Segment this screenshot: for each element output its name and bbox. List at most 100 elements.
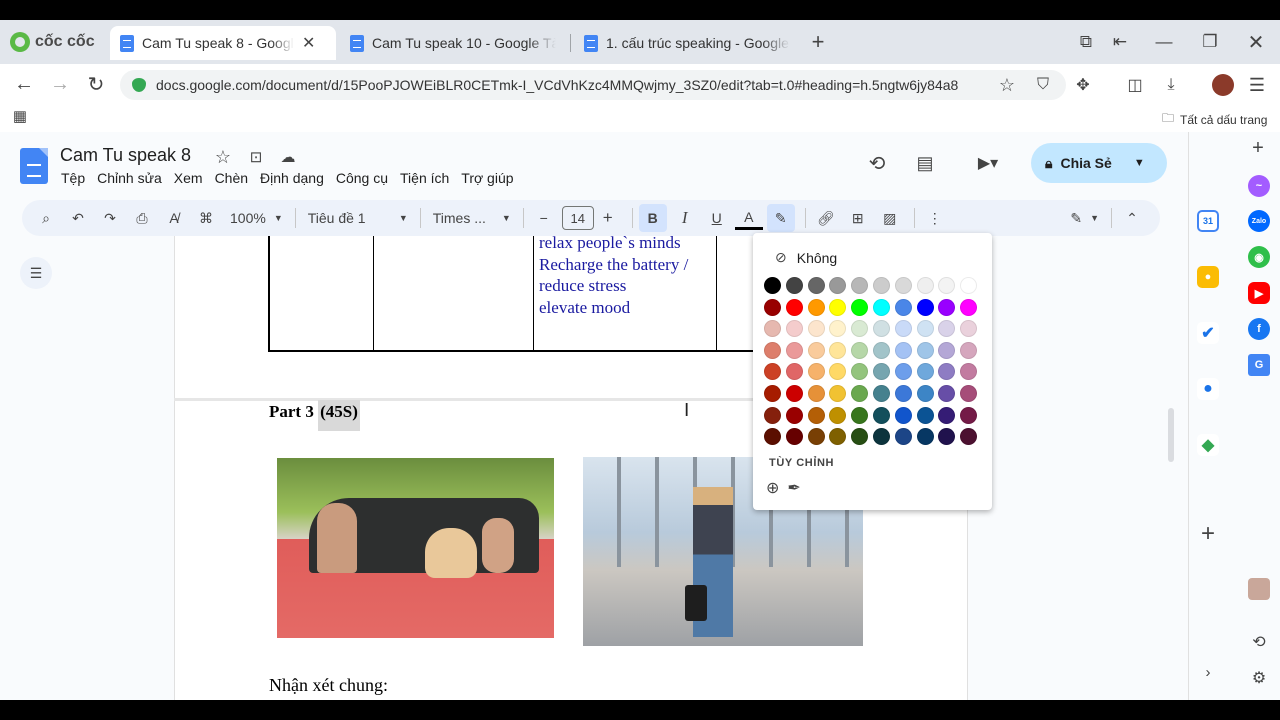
menu-help[interactable]: Trợ giúp <box>461 170 513 186</box>
sidebar-toggle-icon[interactable]: ⇤ <box>1108 30 1132 54</box>
color-swatch[interactable] <box>807 384 825 402</box>
text-color-button[interactable]: A <box>734 206 763 230</box>
document-scrollbar[interactable] <box>1168 408 1174 462</box>
menu-file[interactable]: Tệp <box>61 170 85 186</box>
italic-button[interactable]: I <box>671 204 699 232</box>
color-swatch[interactable] <box>829 298 847 316</box>
color-swatch[interactable] <box>807 406 825 424</box>
zalo-icon[interactable]: Zalo <box>1248 210 1270 232</box>
document-title[interactable]: Cam Tu speak 8 <box>60 145 191 166</box>
color-swatch[interactable] <box>807 363 825 381</box>
color-swatch[interactable] <box>764 428 781 446</box>
bold-button[interactable]: B <box>638 204 667 232</box>
insert-image-icon[interactable]: ▨ <box>876 204 904 232</box>
add-custom-color-icon[interactable]: ⊕ <box>766 478 779 498</box>
color-swatch[interactable] <box>872 341 890 359</box>
facebook-icon[interactable]: f <box>1248 318 1270 340</box>
color-swatch[interactable] <box>785 384 803 402</box>
part3-heading[interactable]: Part 3 (45S) <box>269 400 360 431</box>
color-swatch[interactable] <box>785 298 803 316</box>
color-swatch[interactable] <box>851 363 869 381</box>
calendar-icon[interactable]: 31 <box>1197 210 1219 232</box>
color-swatch[interactable] <box>894 384 912 402</box>
restore-icon[interactable]: ❐ <box>1198 30 1222 54</box>
color-swatch[interactable] <box>829 341 847 359</box>
bookmark-star-icon[interactable]: ☆ <box>996 74 1018 96</box>
color-swatch[interactable] <box>938 406 956 424</box>
collapse-panel-icon[interactable]: › <box>1198 662 1218 682</box>
add-comment-icon[interactable]: ⊞ <box>844 204 872 232</box>
maps-icon[interactable]: ◆ <box>1197 434 1219 456</box>
color-swatch[interactable] <box>807 298 825 316</box>
color-swatch[interactable] <box>764 320 781 338</box>
color-swatch[interactable] <box>829 363 847 381</box>
contacts-icon[interactable]: ● <box>1197 378 1219 400</box>
adblock-shield-icon[interactable]: ⛉ <box>1032 74 1054 96</box>
color-swatch[interactable] <box>894 406 912 424</box>
translate-icon[interactable]: G <box>1248 354 1270 376</box>
family-car-photo[interactable] <box>277 458 554 638</box>
address-bar[interactable]: docs.google.com/document/d/15PooPJOWEiBL… <box>120 70 1066 100</box>
tab-cam-tu-speak-8[interactable]: Cam Tu speak 8 - Google Tài liệu ✕ <box>110 26 336 60</box>
no-highlight-option[interactable]: ⊘ Không <box>775 249 837 266</box>
split-view-icon[interactable]: ◫ <box>1124 74 1146 96</box>
undo-icon[interactable]: ↶ <box>64 204 92 232</box>
sidebar-add-icon[interactable]: + <box>1247 137 1269 159</box>
new-tab-button[interactable]: + <box>806 29 830 54</box>
insert-link-icon[interactable]: 🔗︎ <box>812 204 840 232</box>
menu-extensions[interactable]: Tiện ích <box>400 170 449 186</box>
color-swatch[interactable] <box>785 363 803 381</box>
color-swatch[interactable] <box>938 341 956 359</box>
color-swatch[interactable] <box>829 277 847 294</box>
color-swatch[interactable] <box>872 298 890 316</box>
color-swatch[interactable] <box>916 384 934 402</box>
color-swatch[interactable] <box>916 298 934 316</box>
tab-cam-tu-speak-10[interactable]: Cam Tu speak 10 - Google Tài liệu <box>340 26 566 60</box>
color-swatch[interactable] <box>872 320 890 338</box>
game-icon[interactable]: ◉ <box>1248 246 1270 268</box>
print-icon[interactable]: ⎙ <box>128 204 156 232</box>
color-swatch[interactable] <box>916 341 934 359</box>
color-swatch[interactable] <box>938 298 956 316</box>
color-swatch[interactable] <box>960 428 978 446</box>
comments-icon[interactable]: ▤ <box>912 150 938 176</box>
close-window-icon[interactable]: ✕ <box>1244 30 1268 54</box>
menu-view[interactable]: Xem <box>174 170 203 186</box>
color-swatch[interactable] <box>960 298 978 316</box>
highlight-color-button[interactable]: ✎ <box>766 204 795 232</box>
all-bookmarks[interactable]: 🗀 Tất cả dấu trang <box>1162 109 1267 130</box>
close-tab-icon[interactable]: ✕ <box>302 33 315 53</box>
color-swatch[interactable] <box>807 341 825 359</box>
color-swatch[interactable] <box>938 320 956 338</box>
reload-icon[interactable]: ↻ <box>84 72 108 96</box>
move-folder-icon[interactable]: ⊡ <box>245 146 267 168</box>
color-swatch[interactable] <box>872 384 890 402</box>
add-addon-icon[interactable]: + <box>1196 520 1220 547</box>
underline-button[interactable]: U <box>703 204 731 232</box>
color-swatch[interactable] <box>785 341 803 359</box>
menu-insert[interactable]: Chèn <box>215 170 248 186</box>
color-swatch[interactable] <box>894 341 912 359</box>
color-swatch[interactable] <box>851 406 869 424</box>
color-swatch[interactable] <box>851 384 869 402</box>
browser-menu-icon[interactable]: ☰ <box>1246 74 1268 96</box>
minimize-icon[interactable]: — <box>1152 30 1176 54</box>
zoom-dropdown[interactable]: 100% ▼ <box>224 210 289 226</box>
tab-cau-truc-speaking[interactable]: 1. cấu trúc speaking - Google Tài liệu <box>574 26 800 60</box>
keep-icon[interactable]: ● <box>1197 266 1219 288</box>
menu-tools[interactable]: Công cụ <box>336 170 388 186</box>
document-outline-button[interactable]: ☰ <box>20 257 52 289</box>
menu-edit[interactable]: Chỉnh sửa <box>97 170 162 186</box>
color-swatch[interactable] <box>829 428 847 446</box>
color-swatch[interactable] <box>894 428 912 446</box>
color-swatch[interactable] <box>872 428 890 446</box>
apps-grid-icon[interactable]: ▦ <box>10 106 30 126</box>
settings-gear-icon[interactable]: ⚙ <box>1248 667 1270 689</box>
decrease-font-size-button[interactable]: − <box>530 204 558 232</box>
color-swatch[interactable] <box>851 277 869 294</box>
color-swatch[interactable] <box>764 406 781 424</box>
style-dropdown[interactable]: Tiêu đề 1 ▼ <box>302 210 414 226</box>
font-size-input[interactable]: 14 <box>561 206 594 230</box>
color-swatch[interactable] <box>851 428 869 446</box>
google-docs-logo-icon[interactable] <box>20 148 48 184</box>
